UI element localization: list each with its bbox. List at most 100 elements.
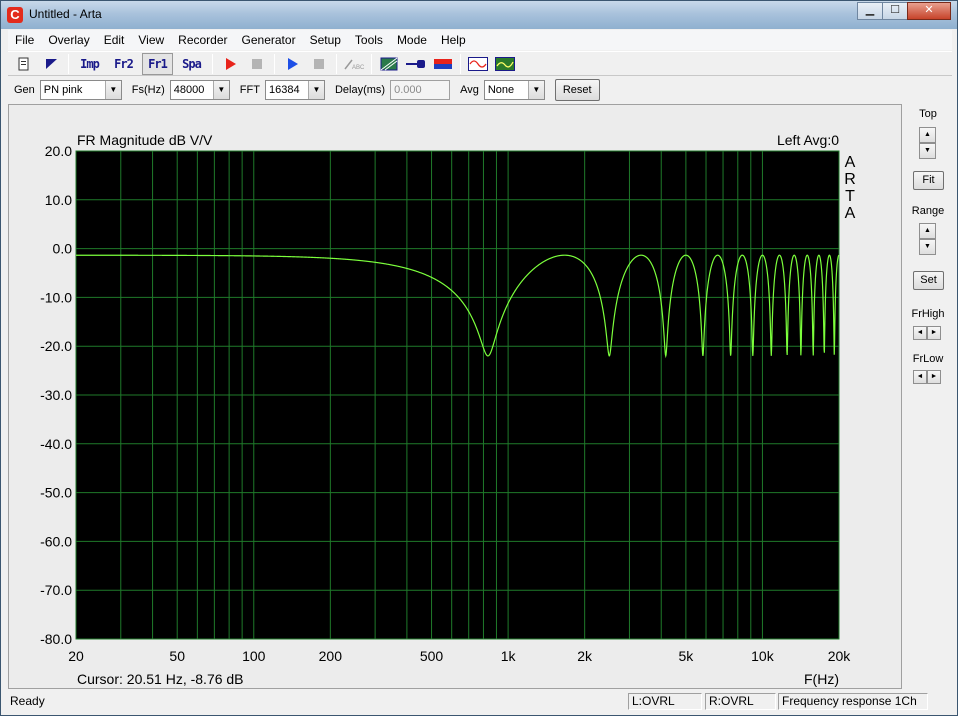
reset-button[interactable]: Reset — [554, 79, 600, 101]
arta-watermark-letter: A — [845, 205, 856, 222]
status-ready: Ready — [10, 694, 45, 708]
set-button[interactable]: Set — [913, 271, 944, 290]
menu-recorder[interactable]: Recorder — [171, 30, 234, 50]
y-tick-label: 10.0 — [45, 192, 72, 208]
chevron-down-icon[interactable]: ▼ — [527, 81, 544, 99]
abc-icon[interactable]: ABC — [342, 53, 366, 75]
signal-icon[interactable] — [493, 53, 517, 75]
top-up-button[interactable]: ▲ — [919, 127, 936, 143]
toolbar-separator — [68, 53, 69, 74]
delay-field[interactable]: 0.000 — [390, 80, 451, 100]
stop-icon[interactable] — [307, 53, 331, 75]
arta-logo-icon[interactable]: C — [7, 7, 23, 23]
menu-mode[interactable]: Mode — [390, 30, 434, 50]
fft-label: FFT — [239, 84, 260, 96]
frlow-right-button[interactable]: ► — [927, 370, 941, 384]
frhigh-right-button[interactable]: ► — [927, 326, 941, 340]
top-label: Top — [919, 108, 937, 120]
y-tick-label: 0.0 — [53, 241, 73, 257]
imp-mode-button[interactable]: Imp — [74, 53, 105, 75]
y-tick-label: -30.0 — [40, 387, 72, 403]
gen-select[interactable]: PN pink ▼ — [39, 80, 122, 100]
toolbar-separator — [336, 53, 337, 74]
gen-label: Gen — [14, 84, 35, 96]
status-right-overload: R:OVRL — [705, 693, 776, 710]
x-tick-label: 20 — [68, 648, 84, 664]
avg-label: Avg — [460, 84, 479, 96]
chevron-down-icon[interactable]: ▼ — [212, 81, 229, 99]
record-icon[interactable] — [218, 53, 242, 75]
title-bar[interactable]: C Untitled - Arta ▁ ☐ ✕ — [1, 1, 957, 29]
y-tick-label: -50.0 — [40, 485, 72, 501]
minimize-button[interactable]: ▁ — [857, 2, 883, 20]
cursor-readout: Cursor: 20.51 Hz, -8.76 dB — [77, 671, 244, 687]
avg-select-value: None — [487, 84, 515, 96]
y-tick-label: -40.0 — [40, 436, 72, 452]
fit-button[interactable]: Fit — [913, 171, 944, 190]
fft-select[interactable]: 16384 ▼ — [264, 80, 325, 100]
y-tick-label: -20.0 — [40, 338, 72, 354]
cable-icon[interactable] — [404, 53, 428, 75]
plot-area: 20.0 10.0 0.0 -10.0 -20.0 -30.0 -40.0 -50.0 -60.… — [8, 104, 902, 689]
arta-watermark-letter: R — [844, 171, 856, 188]
x-tick-label: 200 — [319, 648, 343, 664]
spa-mode-button[interactable]: Spa — [176, 53, 207, 75]
status-mode: Frequency response 1Ch — [778, 693, 928, 710]
fr1-mode-button[interactable]: Fr1 — [142, 52, 173, 75]
range-up-button[interactable]: ▲ — [919, 223, 936, 239]
status-bar: Ready L:OVRL R:OVRL Frequency response 1… — [8, 692, 952, 710]
play-icon[interactable] — [280, 53, 304, 75]
toolbar-separator — [460, 53, 461, 74]
status-left-overload: L:OVRL — [628, 693, 702, 710]
gen-select-value: PN pink — [43, 84, 83, 96]
maximize-button[interactable]: ☐ — [882, 2, 908, 20]
chart-title: FR Magnitude dB V/V — [77, 132, 213, 148]
chevron-down-icon[interactable]: ▼ — [307, 81, 324, 99]
right-control-panel: Top ▲ ▼ Fit Range ▲ ▼ Set FrHigh ◄ ► FrL… — [905, 104, 951, 689]
menu-bar: File Overlay Edit View Recorder Generato… — [8, 30, 952, 50]
frlow-left-button[interactable]: ◄ — [913, 370, 927, 384]
y-tick-label: -60.0 — [40, 533, 72, 549]
x-tick-label: 500 — [420, 648, 444, 664]
grid-icon[interactable] — [377, 53, 401, 75]
menu-file[interactable]: File — [8, 30, 41, 50]
top-down-button[interactable]: ▼ — [919, 143, 936, 159]
fs-label: Fs(Hz) — [131, 84, 165, 96]
menu-generator[interactable]: Generator — [235, 30, 303, 50]
chevron-down-icon[interactable]: ▼ — [104, 81, 121, 99]
toolbar-separator — [371, 53, 372, 74]
toolbar: Imp Fr2 Fr1 Spa ABC — [8, 51, 952, 76]
x-tick-label: 5k — [678, 648, 694, 664]
x-tick-label: 50 — [169, 648, 185, 664]
menu-view[interactable]: View — [131, 30, 171, 50]
open-arrow-icon[interactable] — [39, 53, 63, 75]
arta-watermark-letter: A — [845, 154, 856, 171]
menu-tools[interactable]: Tools — [348, 30, 390, 50]
fft-select-value: 16384 — [268, 84, 300, 96]
svg-text:ABC: ABC — [352, 65, 365, 71]
x-tick-label: 1k — [501, 648, 517, 664]
menu-overlay[interactable]: Overlay — [41, 30, 96, 50]
x-axis-label: F(Hz) — [804, 671, 839, 687]
range-down-button[interactable]: ▼ — [919, 239, 936, 255]
fr2-mode-button[interactable]: Fr2 — [108, 53, 139, 75]
level-icon[interactable] — [431, 53, 455, 75]
menu-edit[interactable]: Edit — [97, 30, 132, 50]
frequency-response-chart[interactable]: 20.0 10.0 0.0 -10.0 -20.0 -30.0 -40.0 -50.0 -60.… — [9, 105, 903, 690]
menu-help[interactable]: Help — [434, 30, 473, 50]
close-button[interactable]: ✕ — [907, 2, 951, 20]
window-title: Untitled - Arta — [29, 7, 102, 21]
fs-select[interactable]: 48000 ▼ — [169, 80, 230, 100]
avg-select[interactable]: None ▼ — [483, 80, 545, 100]
stop-icon[interactable] — [245, 53, 269, 75]
parameters-bar: Gen PN pink ▼ Fs(Hz) 48000 ▼ FFT 16384 ▼… — [8, 78, 952, 102]
new-file-icon[interactable] — [12, 53, 36, 75]
y-tick-label: -80.0 — [40, 631, 72, 647]
y-tick-label: -70.0 — [40, 582, 72, 598]
menu-setup[interactable]: Setup — [303, 30, 348, 50]
frhigh-left-button[interactable]: ◄ — [913, 326, 927, 340]
x-tick-label: 100 — [242, 648, 266, 664]
delay-label: Delay(ms) — [334, 84, 386, 96]
frlow-label: FrLow — [912, 353, 944, 365]
sine-icon[interactable] — [466, 53, 490, 75]
